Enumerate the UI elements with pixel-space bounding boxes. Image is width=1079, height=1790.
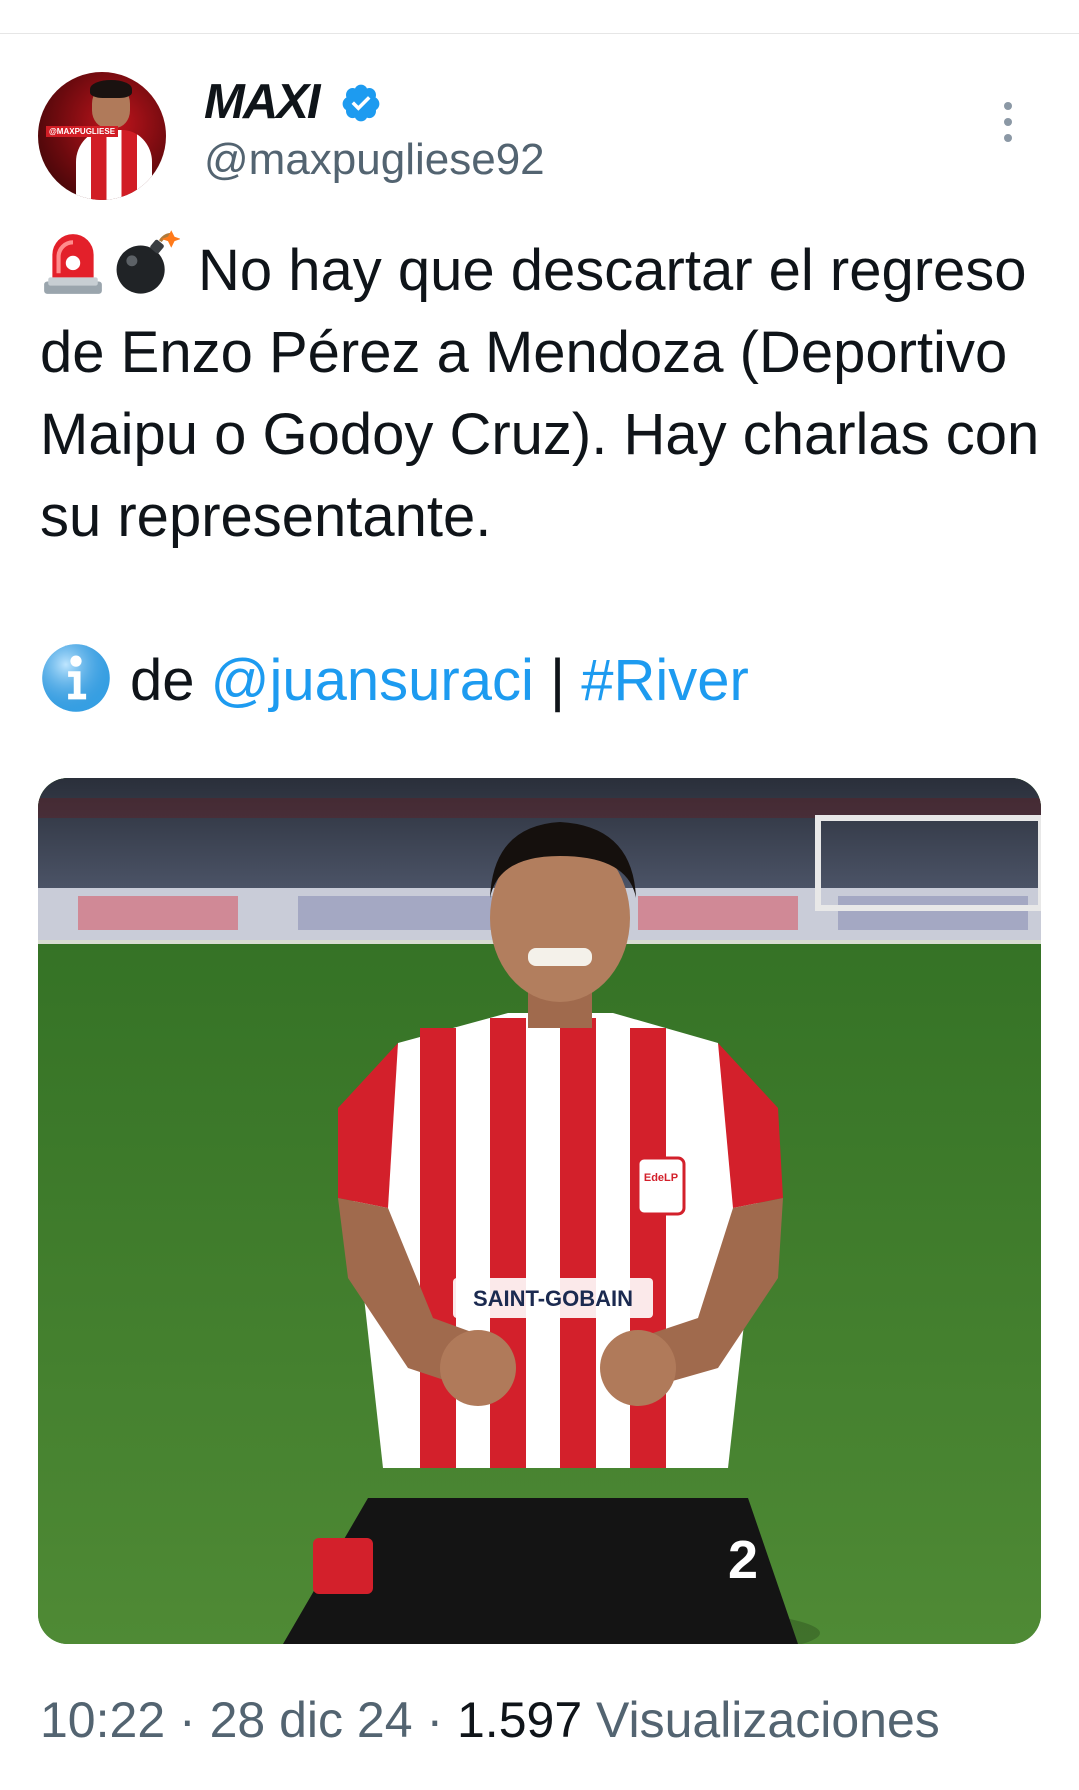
avatar-tag: @MAXPUGLIESE xyxy=(46,126,119,137)
information-icon xyxy=(42,644,110,712)
crest-text: EdeLP xyxy=(644,1172,678,1184)
meta-dot-1: · xyxy=(179,1692,196,1748)
sponsor-text: SAINT-GOBAIN xyxy=(473,1286,633,1311)
views-count: 1.597 xyxy=(457,1692,583,1748)
mention-link[interactable]: @juansuraci xyxy=(211,648,534,713)
source-prefix: de xyxy=(130,648,195,713)
tweet-photo[interactable]: EdeLP SAINT-GOBAIN 2 xyxy=(38,778,1041,1644)
author-name[interactable]: MAXI xyxy=(204,72,320,132)
bomb-icon xyxy=(116,230,180,294)
tweet-body: No hay que descartar el regreso de Enzo … xyxy=(40,238,1040,549)
top-divider xyxy=(0,33,1079,34)
separator: | xyxy=(550,648,566,713)
author-handle[interactable]: @maxpugliese92 xyxy=(204,132,545,188)
views-label: Visualizaciones xyxy=(596,1692,940,1748)
avatar-shirt xyxy=(76,130,152,200)
tweet-time[interactable]: 10:22 xyxy=(40,1692,165,1748)
tweet-date[interactable]: 28 dic 24 xyxy=(210,1692,413,1748)
hashtag-link[interactable]: #River xyxy=(581,648,749,713)
shorts-number: 2 xyxy=(728,1530,758,1590)
rotating-light-icon xyxy=(44,234,102,294)
avatar-hair xyxy=(90,80,132,98)
tweet-text: No hay que descartar el regreso de Enzo … xyxy=(40,228,1040,558)
tweet-meta: 10:22 · 28 dic 24 · 1.597 Visualizacione… xyxy=(40,1688,940,1752)
avatar[interactable]: @MAXPUGLIESE xyxy=(38,72,166,200)
photo-player-celebrating: EdeLP SAINT-GOBAIN 2 xyxy=(38,778,1041,1644)
verified-badge-icon xyxy=(342,84,380,122)
source-line: de @juansuraci | #River xyxy=(40,640,749,722)
more-options-icon[interactable] xyxy=(1002,102,1014,146)
meta-dot-2: · xyxy=(426,1692,444,1748)
